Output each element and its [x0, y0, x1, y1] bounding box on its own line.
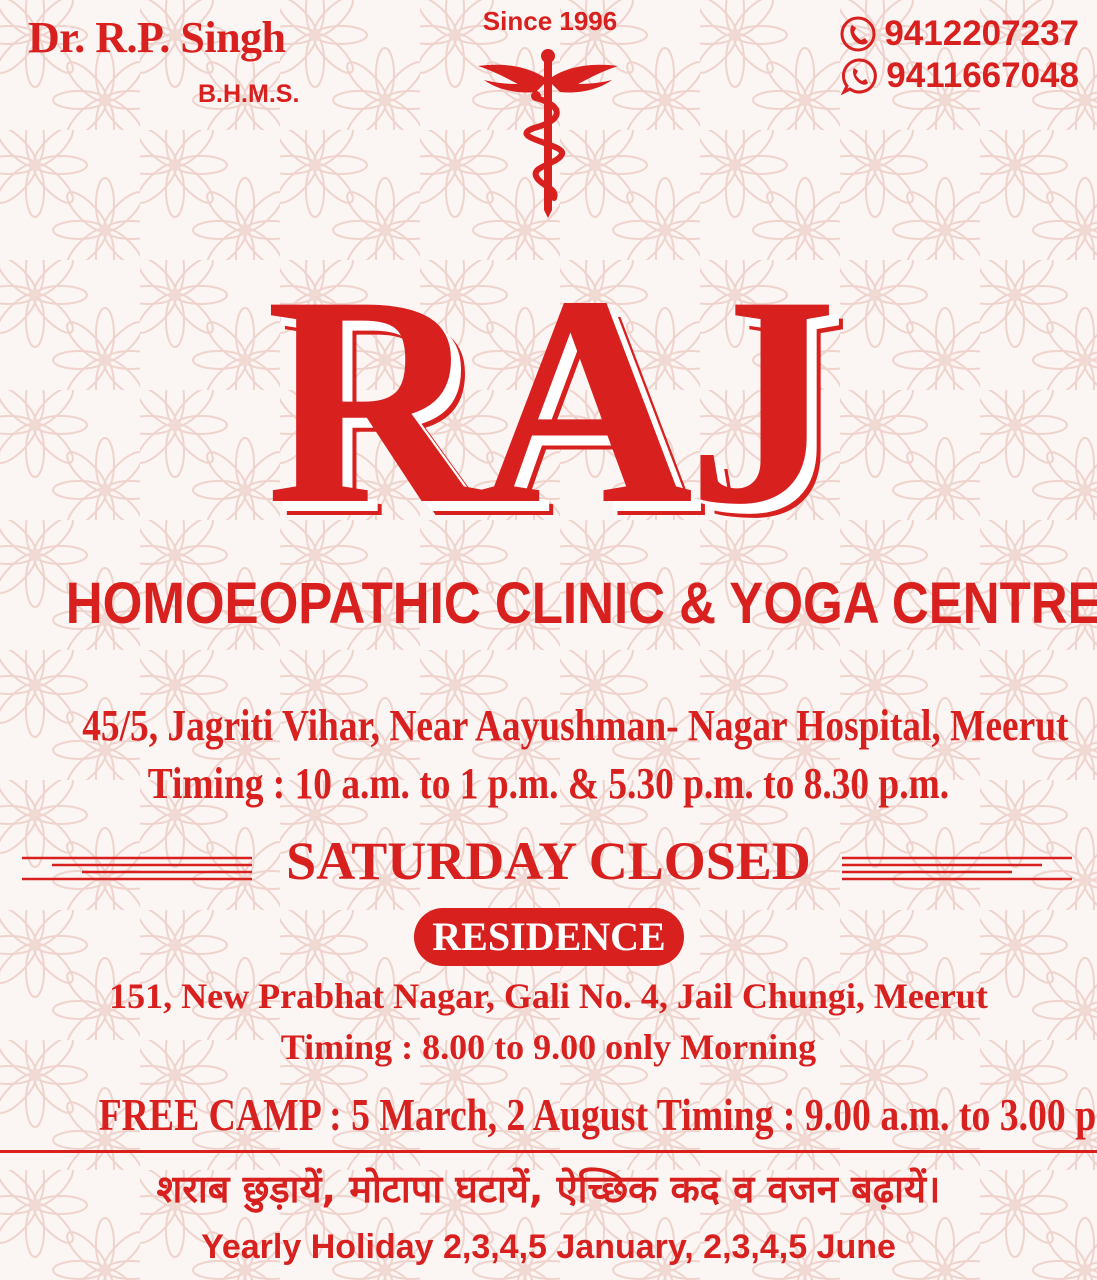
phone-row-1: 9412207237	[838, 14, 1079, 54]
clinic-address: 45/5, Jagriti Vihar, Near Aayushman- Nag…	[82, 701, 1069, 750]
since-year: Since 1996	[482, 6, 618, 36]
clinic-tagline: HOMOEOPATHIC CLINIC & YOGA CENTRE	[65, 571, 1097, 636]
yearly-holiday: Yearly Holiday 2,3,4,5 January, 2,3,4,5 …	[201, 1228, 896, 1266]
doctor-name: Dr. R.P. Singh	[28, 13, 286, 62]
residence-timing: Timing : 8.00 to 9.00 only Morning	[280, 1027, 817, 1067]
brand-name: RAJ	[265, 234, 837, 566]
doctor-degree: B.H.M.S.	[198, 80, 300, 108]
residence-badge: RESIDENCE	[414, 908, 684, 966]
caduceus-icon	[478, 49, 618, 218]
hindi-slogan: शराब छुड़ायें, मोटापा घटायें, ऐच्छिक कद …	[156, 1167, 941, 1211]
decorative-lines-right	[842, 856, 1072, 881]
phone-number[interactable]: 9412207237	[884, 14, 1079, 54]
free-camp-info: FREE CAMP : 5 March, 2 August Timing : 9…	[98, 1089, 1097, 1140]
footer-divider	[0, 1150, 1097, 1153]
phone-row-2: 9411667048	[840, 56, 1079, 96]
whatsapp-number[interactable]: 9411667048	[886, 56, 1079, 96]
closed-notice-row: SATURDAY CLOSED	[0, 830, 1097, 900]
phone-icon	[840, 16, 876, 52]
residence-address: 151, New Prabhat Nagar, Gali No. 4, Jail…	[109, 976, 988, 1016]
clinic-timing: Timing : 10 a.m. to 1 p.m. & 5.30 p.m. t…	[147, 759, 950, 808]
whatsapp-icon	[840, 58, 878, 96]
